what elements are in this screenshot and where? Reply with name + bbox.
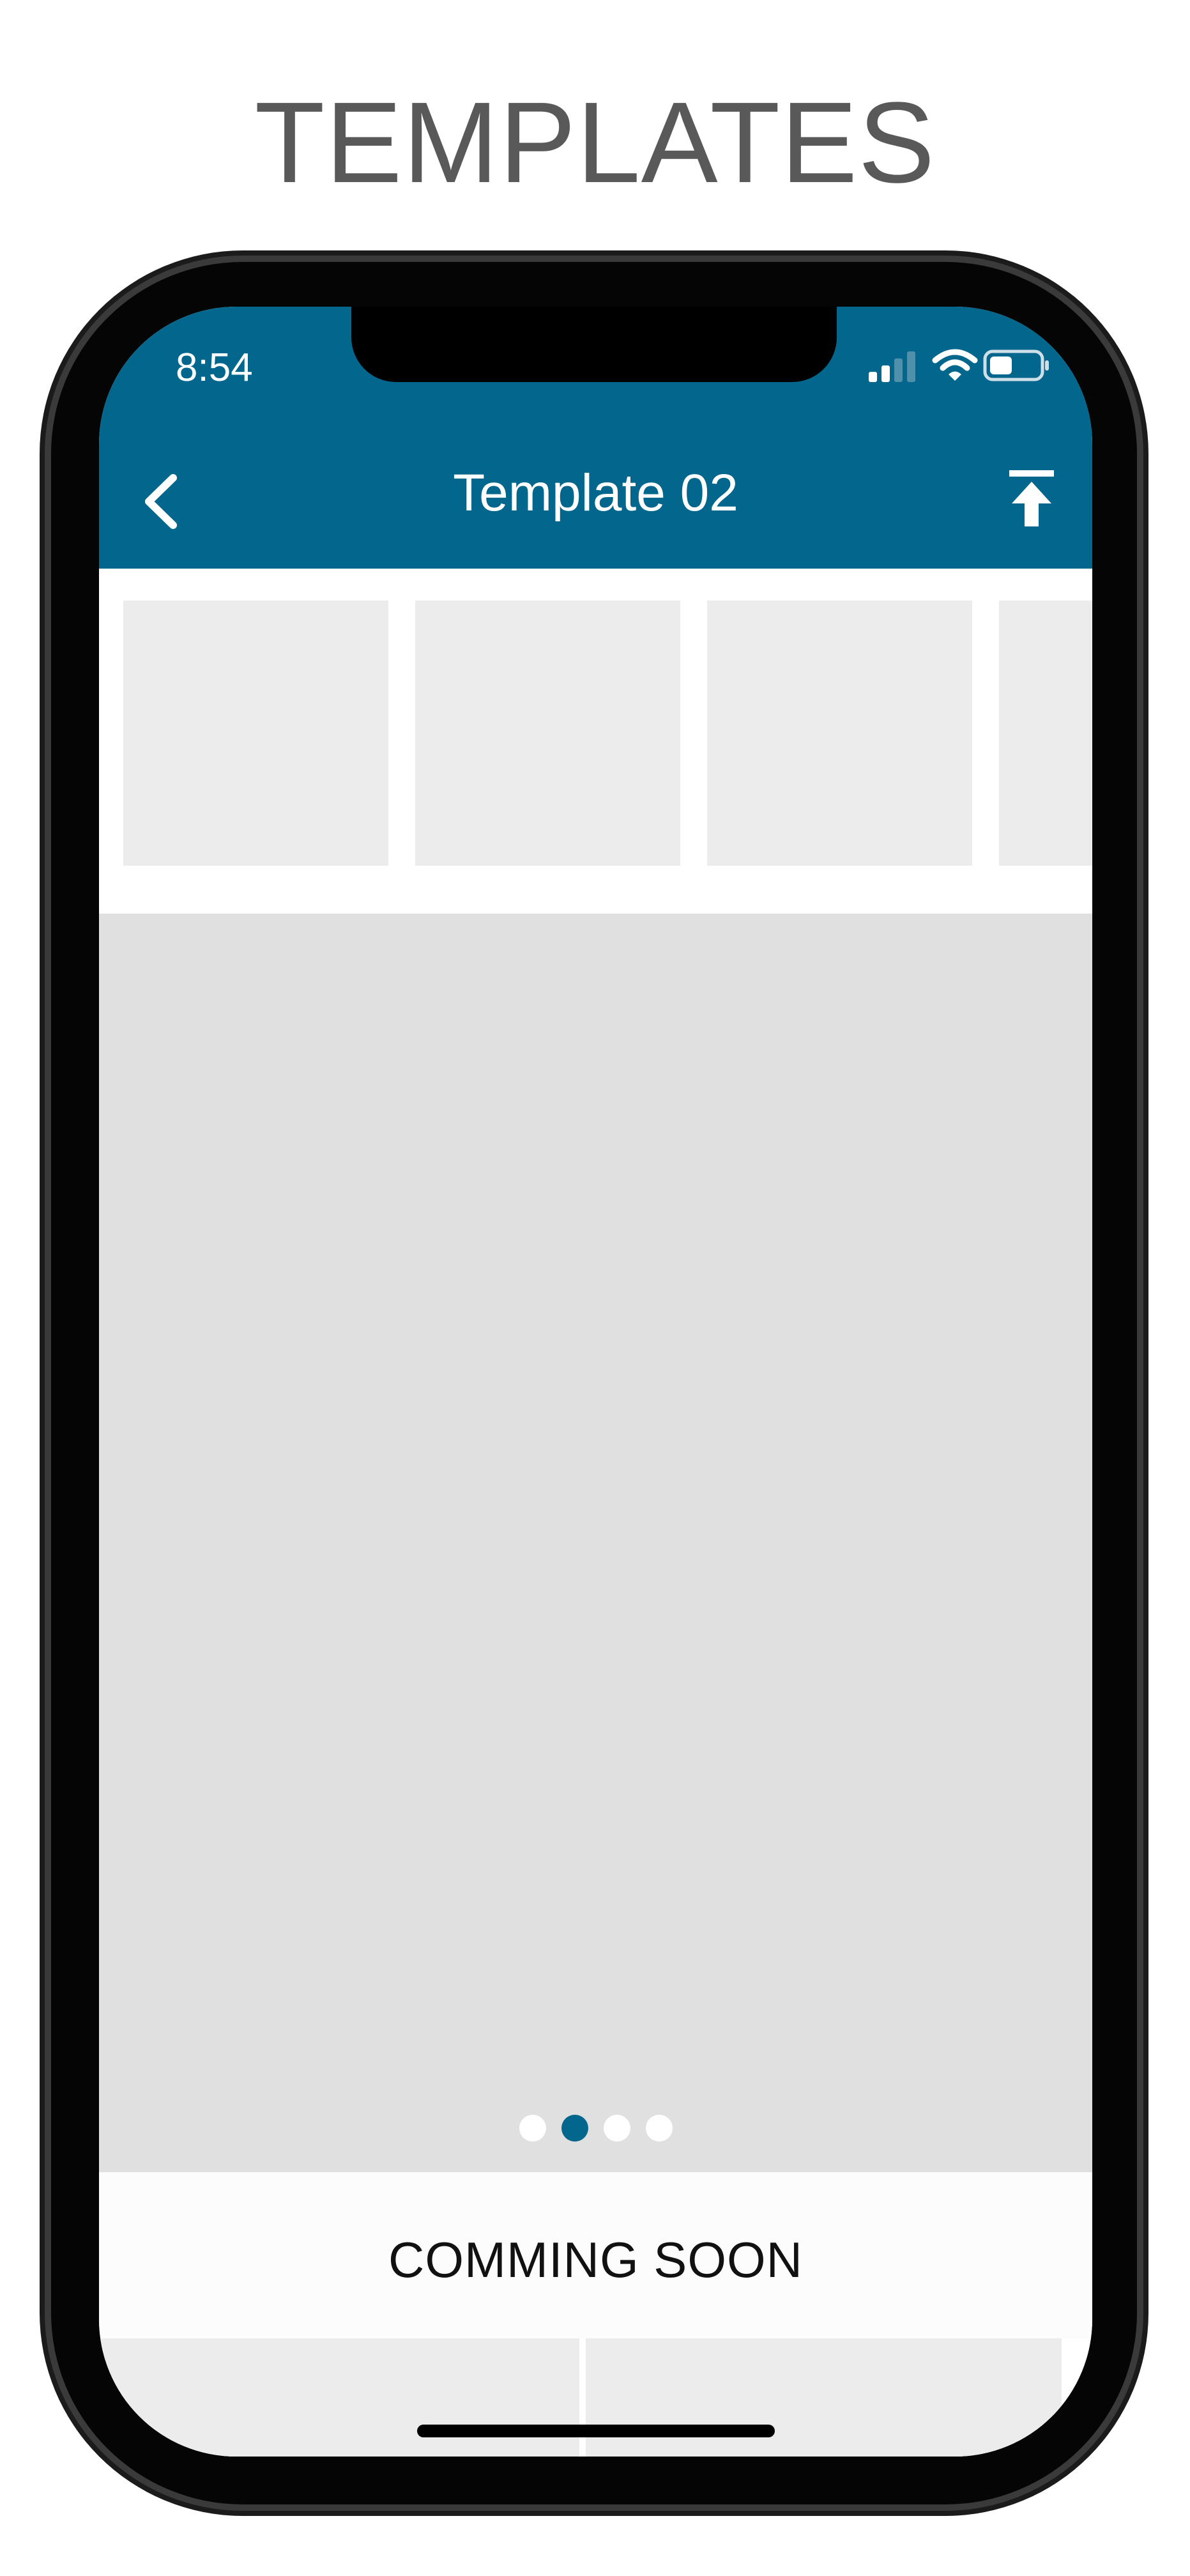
template-thumbnail[interactable] [999, 601, 1092, 866]
wifi-icon [932, 349, 978, 381]
phone-notch [351, 307, 837, 382]
battery-icon [983, 349, 1049, 381]
phone-screen: 8:54 Template 02 COMMING SOON [99, 307, 1092, 2457]
upload-to-top-icon [1009, 470, 1054, 526]
page-dot-active[interactable] [561, 2115, 588, 2142]
template-thumbnail[interactable] [123, 601, 388, 866]
bottom-card[interactable] [586, 2338, 1062, 2457]
home-indicator[interactable] [417, 2425, 775, 2437]
page-dot[interactable] [645, 2115, 673, 2142]
page-title: Template 02 [453, 464, 738, 522]
template-thumbnail[interactable] [707, 601, 972, 866]
template-thumbnail-strip[interactable] [99, 569, 1092, 914]
template-thumbnail[interactable] [415, 601, 680, 866]
cellular-signal-icon [869, 351, 915, 382]
status-time: 8:54 [176, 346, 253, 390]
bottom-card[interactable] [99, 2338, 579, 2457]
bottom-card-row [99, 2338, 1092, 2457]
upload-button[interactable] [1003, 466, 1060, 530]
coming-soon-section: COMMING SOON [99, 2172, 1092, 2338]
phone-power-button [1137, 891, 1147, 1131]
phone-volume-up-button [41, 840, 51, 987]
phone-mute-switch [41, 693, 51, 763]
page-indicator [99, 2115, 1092, 2143]
template-preview[interactable] [99, 914, 1092, 2172]
page-dot[interactable] [519, 2115, 546, 2142]
coming-soon-label: COMMING SOON [388, 2232, 803, 2288]
app-header: 8:54 Template 02 [99, 307, 1092, 569]
phone-volume-down-button [41, 1035, 51, 1182]
status-icons [869, 346, 1054, 385]
page-dot[interactable] [603, 2115, 630, 2142]
marketing-headline: TEMPLATES [254, 79, 936, 207]
